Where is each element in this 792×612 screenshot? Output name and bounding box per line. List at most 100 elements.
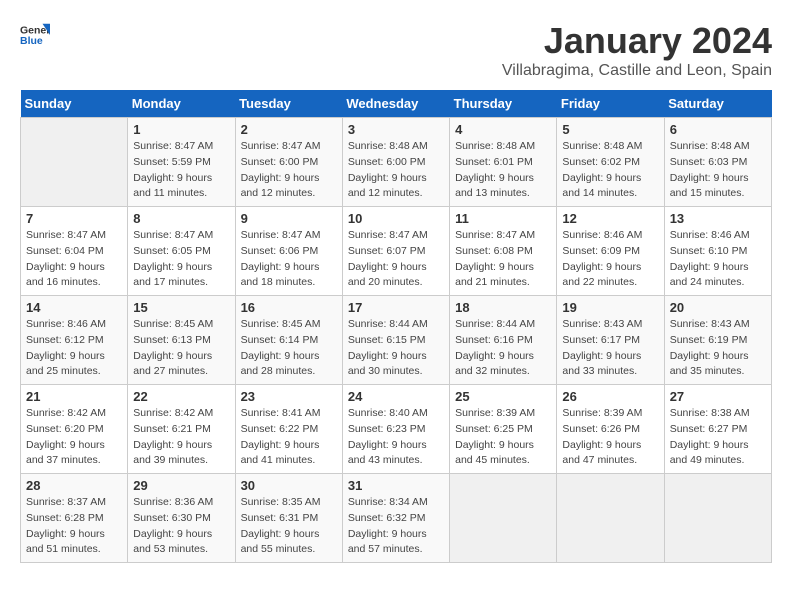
day-info: Sunrise: 8:48 AM Sunset: 6:02 PM Dayligh… [562, 139, 658, 202]
calendar-cell [450, 474, 557, 563]
day-info: Sunrise: 8:46 AM Sunset: 6:10 PM Dayligh… [670, 228, 766, 291]
daylight-hours: Daylight: 9 hours and 55 minutes. [241, 528, 320, 556]
daylight-hours: Daylight: 9 hours and 49 minutes. [670, 439, 749, 467]
logo-icon: General Blue [20, 20, 50, 50]
daylight-hours: Daylight: 9 hours and 30 minutes. [348, 350, 427, 378]
sunset-time: Sunset: 6:31 PM [241, 512, 319, 524]
sunrise-time: Sunrise: 8:48 AM [455, 140, 535, 152]
sunrise-time: Sunrise: 8:39 AM [562, 407, 642, 419]
day-number: 3 [348, 122, 444, 137]
day-number: 8 [133, 211, 229, 226]
day-info: Sunrise: 8:47 AM Sunset: 6:04 PM Dayligh… [26, 228, 122, 291]
daylight-hours: Daylight: 9 hours and 39 minutes. [133, 439, 212, 467]
daylight-hours: Daylight: 9 hours and 13 minutes. [455, 172, 534, 200]
svg-text:Blue: Blue [20, 35, 43, 47]
daylight-hours: Daylight: 9 hours and 33 minutes. [562, 350, 641, 378]
calendar-table: Sunday Monday Tuesday Wednesday Thursday… [20, 90, 772, 563]
calendar-cell: 29 Sunrise: 8:36 AM Sunset: 6:30 PM Dayl… [128, 474, 235, 563]
daylight-hours: Daylight: 9 hours and 12 minutes. [241, 172, 320, 200]
sunrise-time: Sunrise: 8:40 AM [348, 407, 428, 419]
calendar-cell [664, 474, 771, 563]
calendar-cell: 27 Sunrise: 8:38 AM Sunset: 6:27 PM Dayl… [664, 385, 771, 474]
day-info: Sunrise: 8:47 AM Sunset: 6:08 PM Dayligh… [455, 228, 551, 291]
day-number: 31 [348, 478, 444, 493]
day-number: 30 [241, 478, 337, 493]
calendar-cell: 1 Sunrise: 8:47 AM Sunset: 5:59 PM Dayli… [128, 118, 235, 207]
day-info: Sunrise: 8:44 AM Sunset: 6:16 PM Dayligh… [455, 317, 551, 380]
day-number: 17 [348, 300, 444, 315]
col-sunday: Sunday [21, 90, 128, 118]
sunrise-time: Sunrise: 8:47 AM [241, 229, 321, 241]
calendar-cell: 24 Sunrise: 8:40 AM Sunset: 6:23 PM Dayl… [342, 385, 449, 474]
day-number: 13 [670, 211, 766, 226]
sunrise-time: Sunrise: 8:42 AM [133, 407, 213, 419]
calendar-cell: 9 Sunrise: 8:47 AM Sunset: 6:06 PM Dayli… [235, 207, 342, 296]
calendar-cell: 19 Sunrise: 8:43 AM Sunset: 6:17 PM Dayl… [557, 296, 664, 385]
calendar-cell: 14 Sunrise: 8:46 AM Sunset: 6:12 PM Dayl… [21, 296, 128, 385]
calendar-cell: 26 Sunrise: 8:39 AM Sunset: 6:26 PM Dayl… [557, 385, 664, 474]
calendar-cell: 7 Sunrise: 8:47 AM Sunset: 6:04 PM Dayli… [21, 207, 128, 296]
daylight-hours: Daylight: 9 hours and 24 minutes. [670, 261, 749, 289]
daylight-hours: Daylight: 9 hours and 21 minutes. [455, 261, 534, 289]
col-monday: Monday [128, 90, 235, 118]
calendar-cell: 20 Sunrise: 8:43 AM Sunset: 6:19 PM Dayl… [664, 296, 771, 385]
daylight-hours: Daylight: 9 hours and 47 minutes. [562, 439, 641, 467]
day-info: Sunrise: 8:47 AM Sunset: 6:00 PM Dayligh… [241, 139, 337, 202]
day-info: Sunrise: 8:39 AM Sunset: 6:26 PM Dayligh… [562, 406, 658, 469]
sunrise-time: Sunrise: 8:47 AM [133, 140, 213, 152]
day-info: Sunrise: 8:43 AM Sunset: 6:19 PM Dayligh… [670, 317, 766, 380]
day-number: 7 [26, 211, 122, 226]
sunset-time: Sunset: 6:08 PM [455, 245, 533, 257]
daylight-hours: Daylight: 9 hours and 37 minutes. [26, 439, 105, 467]
day-number: 21 [26, 389, 122, 404]
col-wednesday: Wednesday [342, 90, 449, 118]
calendar-week-5: 28 Sunrise: 8:37 AM Sunset: 6:28 PM Dayl… [21, 474, 772, 563]
calendar-cell: 15 Sunrise: 8:45 AM Sunset: 6:13 PM Dayl… [128, 296, 235, 385]
sunset-time: Sunset: 6:00 PM [348, 156, 426, 168]
sunset-time: Sunset: 6:14 PM [241, 334, 319, 346]
sunset-time: Sunset: 6:00 PM [241, 156, 319, 168]
day-number: 16 [241, 300, 337, 315]
calendar-week-1: 1 Sunrise: 8:47 AM Sunset: 5:59 PM Dayli… [21, 118, 772, 207]
calendar-cell: 11 Sunrise: 8:47 AM Sunset: 6:08 PM Dayl… [450, 207, 557, 296]
sunset-time: Sunset: 6:25 PM [455, 423, 533, 435]
daylight-hours: Daylight: 9 hours and 25 minutes. [26, 350, 105, 378]
sunset-time: Sunset: 6:09 PM [562, 245, 640, 257]
day-number: 11 [455, 211, 551, 226]
calendar-cell: 5 Sunrise: 8:48 AM Sunset: 6:02 PM Dayli… [557, 118, 664, 207]
sunrise-time: Sunrise: 8:43 AM [562, 318, 642, 330]
day-info: Sunrise: 8:34 AM Sunset: 6:32 PM Dayligh… [348, 495, 444, 558]
title-area: January 2024 Villabragima, Castille and … [502, 20, 772, 80]
sunrise-time: Sunrise: 8:47 AM [241, 140, 321, 152]
calendar-cell: 16 Sunrise: 8:45 AM Sunset: 6:14 PM Dayl… [235, 296, 342, 385]
day-info: Sunrise: 8:38 AM Sunset: 6:27 PM Dayligh… [670, 406, 766, 469]
day-info: Sunrise: 8:43 AM Sunset: 6:17 PM Dayligh… [562, 317, 658, 380]
day-number: 23 [241, 389, 337, 404]
day-info: Sunrise: 8:48 AM Sunset: 6:00 PM Dayligh… [348, 139, 444, 202]
day-number: 29 [133, 478, 229, 493]
col-saturday: Saturday [664, 90, 771, 118]
sunset-time: Sunset: 6:15 PM [348, 334, 426, 346]
sunrise-time: Sunrise: 8:48 AM [562, 140, 642, 152]
sunrise-time: Sunrise: 8:46 AM [26, 318, 106, 330]
sunset-time: Sunset: 6:27 PM [670, 423, 748, 435]
sunset-time: Sunset: 6:20 PM [26, 423, 104, 435]
month-title: January 2024 [502, 20, 772, 62]
day-info: Sunrise: 8:42 AM Sunset: 6:21 PM Dayligh… [133, 406, 229, 469]
day-number: 18 [455, 300, 551, 315]
daylight-hours: Daylight: 9 hours and 43 minutes. [348, 439, 427, 467]
daylight-hours: Daylight: 9 hours and 51 minutes. [26, 528, 105, 556]
day-number: 25 [455, 389, 551, 404]
sunrise-time: Sunrise: 8:46 AM [670, 229, 750, 241]
calendar-cell: 12 Sunrise: 8:46 AM Sunset: 6:09 PM Dayl… [557, 207, 664, 296]
sunrise-time: Sunrise: 8:48 AM [348, 140, 428, 152]
header: General Blue January 2024 Villabragima, … [20, 20, 772, 80]
day-info: Sunrise: 8:42 AM Sunset: 6:20 PM Dayligh… [26, 406, 122, 469]
sunset-time: Sunset: 6:21 PM [133, 423, 211, 435]
sunset-time: Sunset: 6:16 PM [455, 334, 533, 346]
daylight-hours: Daylight: 9 hours and 20 minutes. [348, 261, 427, 289]
daylight-hours: Daylight: 9 hours and 11 minutes. [133, 172, 212, 200]
day-info: Sunrise: 8:45 AM Sunset: 6:14 PM Dayligh… [241, 317, 337, 380]
day-number: 2 [241, 122, 337, 137]
location-title: Villabragima, Castille and Leon, Spain [502, 62, 772, 80]
